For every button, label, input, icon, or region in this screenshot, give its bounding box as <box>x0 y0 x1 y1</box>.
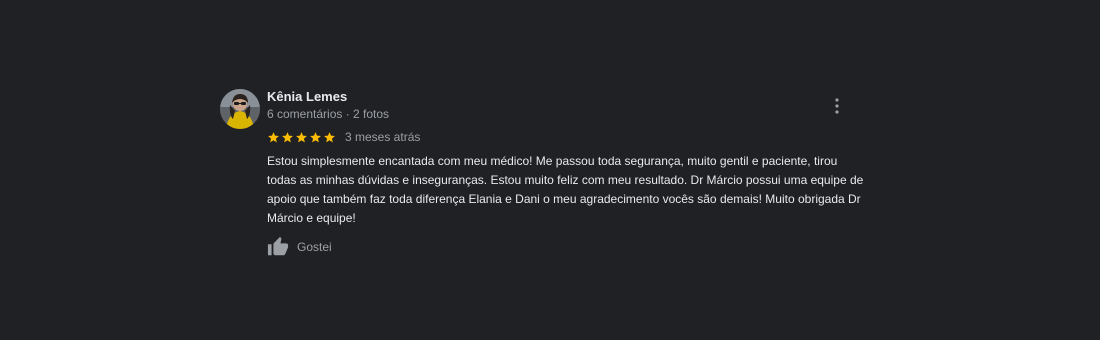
star-rating <box>267 131 336 144</box>
like-label: Gostei <box>297 240 332 254</box>
star-icon <box>282 131 293 142</box>
thumb-up-icon <box>267 236 289 256</box>
like-button[interactable]: Gostei <box>267 236 332 258</box>
rating-row: 3 meses atrás <box>267 128 420 146</box>
more-options-button[interactable] <box>828 96 846 116</box>
avatar-photo <box>220 89 260 129</box>
author-meta: 6 comentários · 2 fotos <box>267 107 390 121</box>
star-icon <box>296 131 307 142</box>
star-icon <box>310 131 321 142</box>
star-icon <box>268 131 279 142</box>
review-time: 3 meses atrás <box>345 130 421 144</box>
more-vert-icon <box>835 98 839 114</box>
star-icon <box>324 131 335 142</box>
avatar[interactable] <box>220 89 260 129</box>
review-text: Estou simplesmente encantada com meu méd… <box>267 154 864 225</box>
review-header: Kênia Lemes 6 comentários · 2 fotos <box>267 88 389 122</box>
author-name[interactable]: Kênia Lemes <box>267 88 389 106</box>
